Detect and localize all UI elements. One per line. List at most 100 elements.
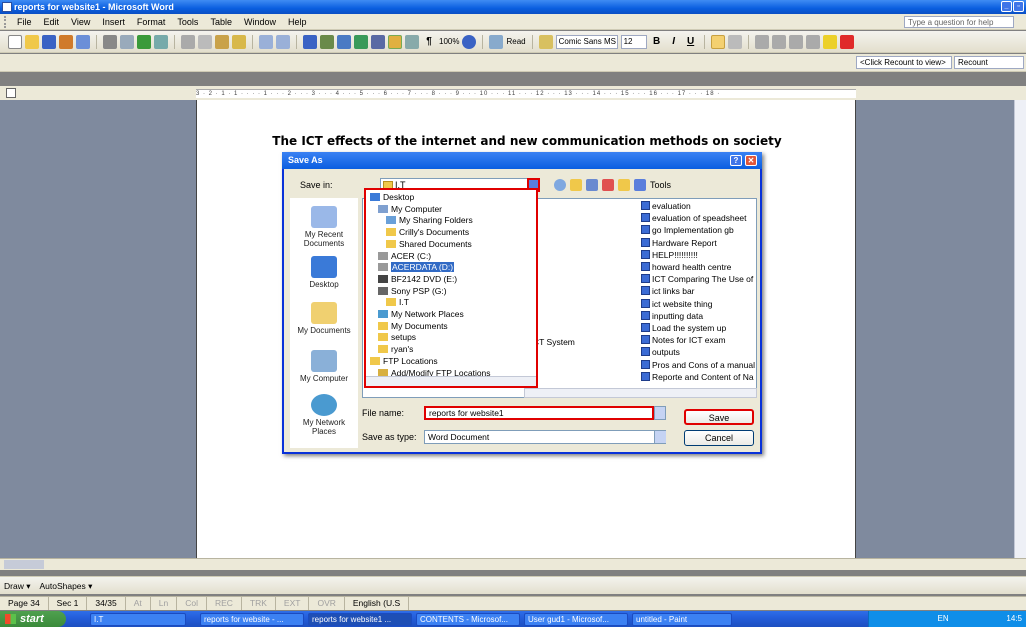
autoshapes-menu[interactable]: AutoShapes ▾ — [39, 581, 92, 591]
view-mode-buttons[interactable] — [4, 560, 44, 569]
document-map-icon[interactable] — [405, 34, 419, 49]
format-painter-icon[interactable] — [232, 34, 246, 49]
menu-view[interactable]: View — [65, 17, 96, 27]
zoom-combo[interactable]: 100% — [439, 37, 459, 46]
file-name-dropdown-button[interactable] — [654, 406, 666, 420]
file-item[interactable]: Hardware Report — [641, 237, 717, 248]
file-item[interactable]: Notes for ICT exam — [641, 335, 726, 345]
minimize-button[interactable]: _ — [1001, 1, 1012, 12]
menu-help[interactable]: Help — [282, 17, 313, 27]
file-item[interactable]: HELP!!!!!!!!!! — [641, 249, 698, 260]
dropdown-item[interactable]: ACERDATA (D:) — [378, 262, 455, 273]
research-icon[interactable] — [154, 34, 168, 49]
justify-icon[interactable] — [727, 34, 742, 49]
redo-icon[interactable] — [276, 34, 290, 49]
save-disk-icon[interactable] — [42, 34, 56, 49]
status-language[interactable]: English (U.S — [345, 597, 410, 610]
dropdown-item[interactable]: My Computer — [378, 204, 442, 215]
read-button[interactable]: Read — [506, 37, 525, 46]
task-untitled-paint[interactable]: untitled - Paint — [632, 612, 732, 626]
cut-icon[interactable] — [181, 34, 195, 49]
file-item[interactable]: inputting data — [641, 310, 703, 321]
back-icon[interactable] — [554, 179, 566, 191]
dropdown-item[interactable]: Sony PSP (G:) — [378, 286, 447, 297]
status-rec[interactable]: REC — [207, 597, 242, 610]
hyperlink-icon[interactable] — [303, 34, 317, 49]
file-item[interactable]: howard health centre — [641, 262, 731, 272]
draw-menu[interactable]: Draw ▾ — [4, 581, 30, 591]
task-reports-for-website[interactable]: reports for website - ... — [200, 612, 304, 626]
task-user-gud1[interactable]: User gud1 - Microsof... — [524, 612, 628, 626]
file-item[interactable]: Reporte and Content of Na — [641, 371, 754, 382]
show-hide-icon[interactable]: ¶ — [422, 36, 436, 47]
italic-button[interactable]: I — [667, 36, 681, 47]
up-folder-icon[interactable] — [570, 179, 582, 191]
dropdown-item[interactable]: My Documents — [378, 321, 448, 332]
place-my-documents[interactable]: My Documents — [290, 302, 358, 335]
tables-borders-icon[interactable] — [320, 34, 334, 49]
menu-format[interactable]: Format — [131, 17, 172, 27]
menu-insert[interactable]: Insert — [96, 17, 131, 27]
font-size-combo[interactable]: 12 — [620, 34, 647, 49]
columns-icon[interactable] — [371, 34, 385, 49]
dropdown-item[interactable]: Crilly's Documents — [386, 227, 469, 238]
dropdown-item[interactable]: setups — [378, 332, 416, 343]
search-web-icon[interactable] — [586, 179, 598, 191]
file-item[interactable]: evaluation — [641, 201, 691, 211]
file-item[interactable]: evaluation of speadsheet — [641, 213, 747, 223]
dropdown-item[interactable]: My Sharing Folders — [386, 215, 473, 226]
border-icon[interactable] — [805, 34, 820, 49]
undo-icon[interactable] — [259, 34, 273, 49]
partial-file-name[interactable]: CT System — [533, 337, 575, 347]
file-item[interactable]: Load the system up — [641, 323, 726, 333]
ruler-scale[interactable]: 3 · 2 · 1 · 1 · · · · 1 · · · 2 · · · 3 … — [196, 89, 856, 98]
underline-button[interactable]: U — [684, 36, 698, 47]
status-ovr[interactable]: OVR — [309, 597, 345, 610]
menu-window[interactable]: Window — [238, 17, 282, 27]
tab-selector[interactable] — [6, 88, 16, 98]
status-trk[interactable]: TRK — [242, 597, 276, 610]
help-icon[interactable] — [462, 34, 477, 49]
place-my-recent-documents[interactable]: My Recent Documents — [290, 206, 358, 248]
save-as-type-dropdown-button[interactable] — [654, 431, 666, 443]
drawing-icon[interactable] — [388, 34, 402, 49]
file-item[interactable]: outputs — [641, 347, 680, 357]
open-folder-icon[interactable] — [25, 34, 39, 49]
permission-icon[interactable] — [59, 34, 73, 49]
dropdown-item[interactable]: I.T — [386, 297, 409, 308]
spelling-icon[interactable] — [137, 34, 151, 49]
menu-tools[interactable]: Tools — [171, 17, 204, 27]
menu-edit[interactable]: Edit — [38, 17, 66, 27]
highlight-icon[interactable] — [822, 34, 837, 49]
paste-icon[interactable] — [215, 34, 229, 49]
place-my-computer[interactable]: My Computer — [290, 350, 358, 383]
font-color-icon[interactable] — [839, 34, 854, 49]
read-icon[interactable] — [489, 34, 504, 49]
numbering-icon[interactable] — [754, 34, 769, 49]
dropdown-item[interactable]: FTP Locations — [370, 356, 438, 367]
status-ext[interactable]: EXT — [276, 597, 310, 610]
cancel-button[interactable]: Cancel — [684, 430, 754, 446]
vertical-scrollbar[interactable] — [1014, 100, 1026, 558]
start-button[interactable]: start — [0, 611, 66, 627]
place-my-network-places[interactable]: My Network Places — [290, 394, 358, 436]
insert-table-icon[interactable] — [337, 34, 351, 49]
file-name-input[interactable]: reports for website1 — [424, 406, 654, 420]
help-search-input[interactable]: Type a question for help — [904, 16, 1014, 28]
close-icon[interactable]: ✕ — [745, 155, 757, 166]
file-list-horizontal-scrollbar[interactable] — [524, 388, 757, 398]
file-item[interactable]: go Implementation gb — [641, 225, 734, 235]
dropdown-scrollbar[interactable] — [366, 376, 536, 386]
print-preview-icon[interactable] — [120, 34, 134, 49]
help-question-icon[interactable]: ? — [730, 155, 742, 166]
delete-icon[interactable] — [602, 179, 614, 191]
task-reports-for-website1[interactable]: reports for website1 ... — [308, 612, 412, 626]
dropdown-item[interactable]: My Network Places — [378, 309, 464, 320]
recount-button[interactable]: Recount — [954, 56, 1024, 69]
dropdown-item[interactable]: ACER (C:) — [378, 251, 431, 262]
dropdown-item[interactable]: BF2142 DVD (E:) — [378, 274, 457, 285]
word-count-combo[interactable]: <Click Recount to view> — [856, 56, 952, 69]
file-item[interactable]: ict links bar — [641, 286, 695, 296]
indent-icon[interactable] — [788, 34, 803, 49]
align-left-icon[interactable] — [710, 34, 725, 49]
